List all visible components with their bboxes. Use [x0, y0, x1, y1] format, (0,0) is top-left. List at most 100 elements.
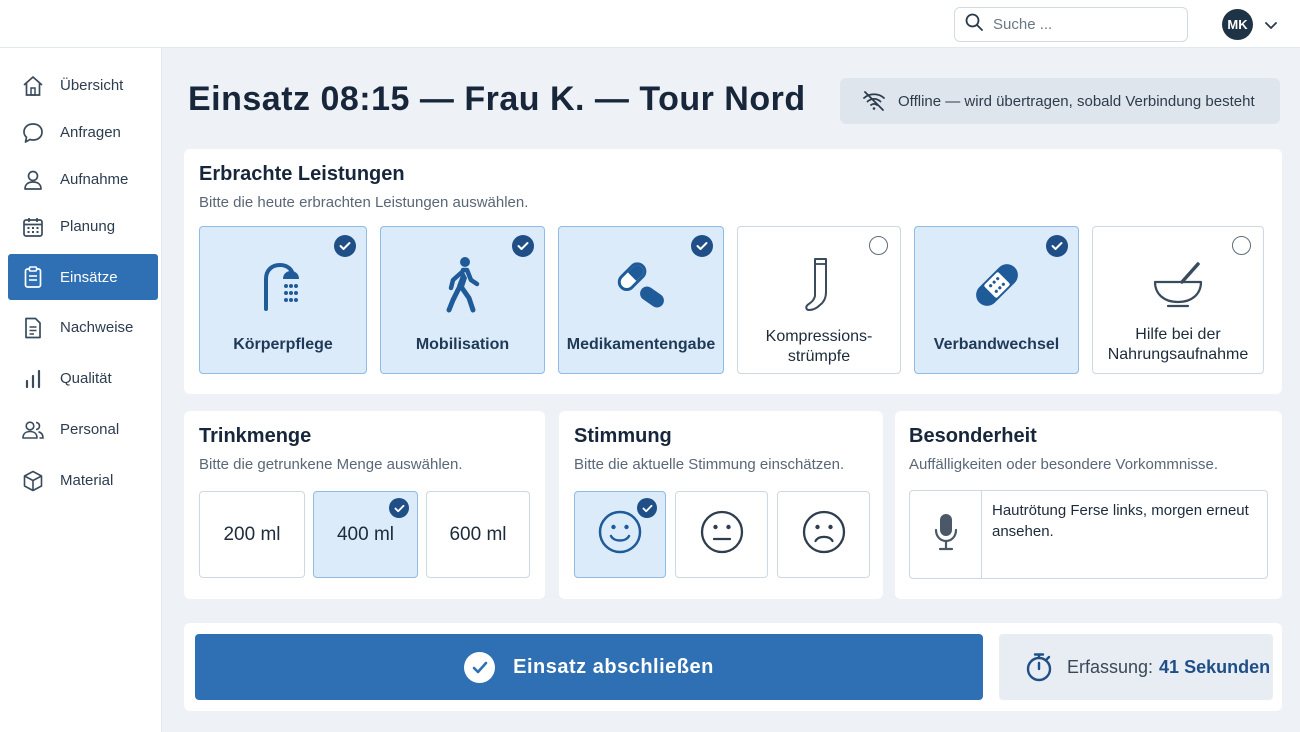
radio-circle	[1232, 236, 1251, 255]
drink-subtitle: Bitte die getrunkene Menge auswählen.	[199, 456, 463, 473]
sidebar-item-anfragen[interactable]: Anfragen	[0, 109, 161, 156]
drink-option-label: 600 ml	[449, 523, 507, 545]
sidebar-item-label: Einsätze	[60, 268, 118, 286]
sidebar-item-label: Material	[60, 472, 114, 489]
special-card: Besonderheit Auffälligkeiten oder besond…	[895, 411, 1282, 599]
sidebar-item-label: Personal	[60, 421, 120, 438]
sidebar-item-qualitaet[interactable]: Qualität	[0, 355, 161, 402]
service-label: Kompressions- strümpfe	[766, 327, 873, 367]
drink-option-label: 200 ml	[223, 523, 281, 545]
mood-card: Stimmung Bitte die aktuelle Stimmung ein…	[559, 411, 883, 599]
mood-title: Stimmung	[574, 425, 672, 447]
sidebar-item-planung[interactable]: Planung	[0, 203, 161, 250]
offline-status-text: Offline — wird übertragen, sobald Verbin…	[898, 92, 1255, 110]
sidebar-item-label: Nachweise	[60, 319, 134, 336]
drink-title: Trinkmenge	[199, 425, 312, 447]
sidebar-item-aufnahme[interactable]: Aufnahme	[0, 156, 161, 203]
checkmark-icon	[637, 498, 657, 518]
drink-option-400[interactable]: 400 ml	[313, 491, 418, 578]
sidebar-item-nachweise[interactable]: Nachweise	[0, 304, 161, 351]
bandage-icon	[970, 255, 1024, 315]
finish-assignment-button[interactable]: Einsatz abschließen	[195, 634, 983, 700]
home-icon	[20, 73, 46, 99]
service-label: Hilfe bei der Nahrungsaufnahme	[1108, 325, 1249, 365]
special-title: Besonderheit	[909, 425, 1037, 447]
shower-icon	[260, 255, 306, 315]
services-subtitle: Bitte die heute erbrachten Leistungen au…	[199, 194, 529, 211]
service-medikamentengabe[interactable]: Medikamentengabe	[558, 226, 724, 374]
mood-option-neutral[interactable]	[675, 491, 768, 578]
stopwatch-icon	[1025, 652, 1053, 682]
sidebar-item-einsaetze[interactable]: Einsätze	[8, 254, 158, 300]
note-textarea[interactable]: Hautrötung Ferse links, morgen erneut an…	[982, 491, 1267, 578]
mood-subtitle: Bitte die aktuelle Stimmung einschätzen.	[574, 456, 845, 473]
sidebar-item-label: Qualität	[60, 370, 112, 387]
sidebar-item-label: Übersicht	[60, 77, 124, 94]
timer-value: 41 Sekunden	[1159, 656, 1271, 677]
microphone-icon	[933, 512, 959, 557]
top-bar: MK	[0, 0, 1300, 48]
service-label-text: Hilfe bei der Nahrungsaufnahme	[1107, 326, 1249, 363]
neutral-face-icon	[700, 510, 744, 560]
person-icon	[20, 167, 46, 193]
check-circle-icon	[464, 651, 496, 683]
sidebar-item-uebersicht[interactable]: Übersicht	[0, 62, 161, 109]
special-subtitle: Auffälligkeiten oder besondere Vorkommni…	[909, 456, 1219, 473]
sidebar-item-label: Planung	[60, 218, 116, 235]
drink-options: 200 ml 400 ml 600 ml	[199, 491, 530, 578]
mood-options	[574, 491, 870, 578]
chevron-down-icon[interactable]	[1264, 18, 1278, 36]
sidebar-item-label: Anfragen	[60, 124, 121, 141]
services-title: Erbrachte Leistungen	[199, 163, 405, 185]
clipboard-icon	[20, 264, 46, 290]
note-box: Hautrötung Ferse links, morgen erneut an…	[909, 490, 1268, 579]
service-label-text: Kompressions- strümpfe	[765, 328, 873, 365]
checkmark-icon	[1046, 235, 1068, 257]
drink-option-600[interactable]: 600 ml	[426, 491, 530, 578]
avatar[interactable]: MK	[1222, 9, 1253, 40]
calendar-icon	[20, 214, 46, 240]
stocking-icon	[804, 255, 834, 315]
service-nahrungsaufnahme[interactable]: Hilfe bei der Nahrungsaufnahme	[1092, 226, 1264, 374]
service-koerperpflege[interactable]: Körperpflege	[199, 226, 367, 374]
mood-option-happy[interactable]	[574, 491, 666, 578]
sad-face-icon	[802, 510, 846, 560]
walking-icon	[443, 255, 483, 315]
page-title: Einsatz 08:15 — Frau K. — Tour Nord	[188, 80, 806, 118]
mood-option-sad[interactable]	[777, 491, 870, 578]
microphone-button[interactable]	[910, 491, 982, 578]
service-label: Verbandwechsel	[933, 336, 1060, 353]
service-label: Mobilisation	[415, 336, 510, 353]
service-verbandwechsel[interactable]: Verbandwechsel	[914, 226, 1079, 374]
timer-label: Erfassung:	[1067, 656, 1154, 677]
pill-icon	[614, 255, 668, 315]
box-icon	[20, 468, 46, 494]
sidebar-item-personal[interactable]: Personal	[0, 406, 161, 453]
bar-chart-icon	[20, 366, 46, 392]
drink-option-label: 400 ml	[336, 523, 395, 545]
checkmark-icon	[334, 235, 356, 257]
search-input[interactable]	[993, 16, 1173, 33]
search-box[interactable]	[954, 7, 1188, 42]
sidebar: Übersicht Anfragen Aufnahme Planung Eins…	[0, 48, 162, 732]
sidebar-item-material[interactable]: Material	[0, 457, 161, 504]
offline-status-banner: Offline — wird übertragen, sobald Verbin…	[840, 78, 1280, 124]
checkmark-icon	[389, 498, 409, 518]
finish-button-label: Einsatz abschließen	[513, 655, 714, 678]
checkmark-icon	[512, 235, 534, 257]
chat-icon	[20, 120, 46, 146]
service-label: Körperpflege	[233, 336, 333, 353]
radio-circle	[869, 236, 888, 255]
happy-face-icon	[598, 510, 642, 560]
search-icon	[965, 13, 983, 36]
drink-card: Trinkmenge Bitte die getrunkene Menge au…	[184, 411, 545, 599]
service-kompressionsstruempfe[interactable]: Kompressions- strümpfe	[737, 226, 901, 374]
bowl-icon	[1152, 255, 1204, 315]
services-card: Erbrachte Leistungen Bitte die heute erb…	[184, 149, 1282, 394]
checkmark-icon	[691, 235, 713, 257]
services-list: Körperpflege Mobilisation Medikamentenga…	[199, 226, 1264, 374]
document-icon	[20, 315, 46, 341]
service-mobilisation[interactable]: Mobilisation	[380, 226, 545, 374]
wifi-off-icon	[862, 90, 886, 112]
drink-option-200[interactable]: 200 ml	[199, 491, 305, 578]
